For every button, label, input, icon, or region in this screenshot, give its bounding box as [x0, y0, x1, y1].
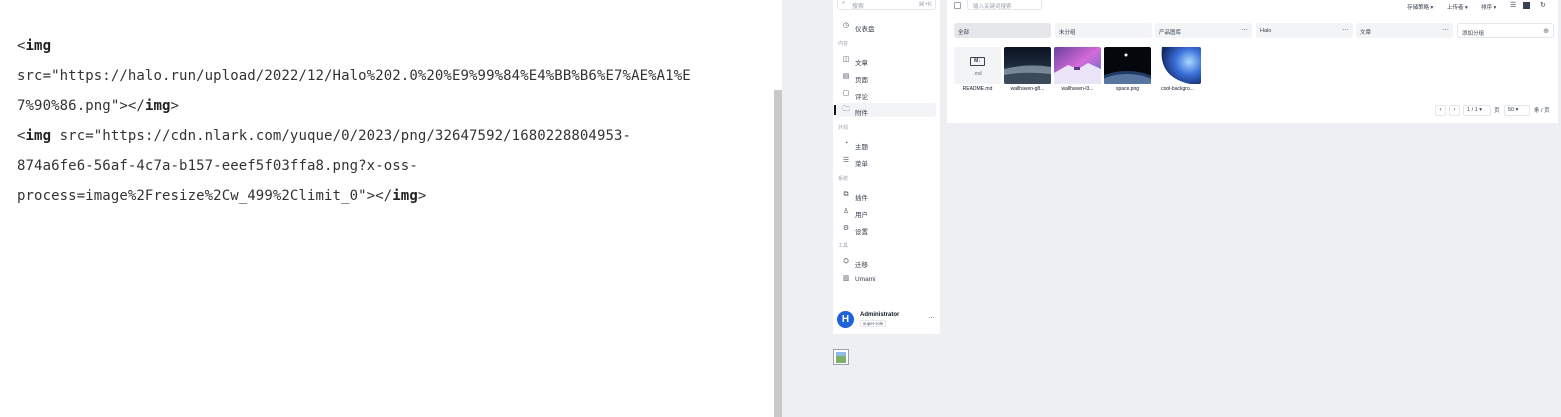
- user-icon: ♙: [842, 208, 850, 215]
- markdown-icon: M↓: [970, 57, 985, 66]
- search-placeholder: 搜索: [852, 4, 865, 10]
- attachment-name: space.png: [1115, 86, 1140, 92]
- sidebar-item-migrate[interactable]: ⛭ 迁移: [836, 255, 936, 269]
- broken-image-icon: [833, 349, 849, 365]
- attachment-card[interactable]: space.png: [1104, 47, 1151, 93]
- folder-icon: 🗀: [842, 106, 850, 113]
- nav-group-system: 系统: [838, 176, 849, 182]
- code-line: process=image%2Fresize%2Cw_499%2Climit_0…: [17, 188, 427, 204]
- image-thumbnail: [1004, 47, 1051, 84]
- code-line: 7%90%86.png"></img>: [17, 98, 180, 114]
- user-profile[interactable]: H Administrator super-role ⋯: [837, 310, 937, 330]
- sidebar-item-dashboard[interactable]: ◷ 仪表盘: [836, 19, 936, 33]
- code-line: <img src="https://cdn.nlark.com/yuque/0/…: [17, 128, 632, 144]
- page-icon: ▤: [842, 73, 850, 80]
- sidebar-item-umami[interactable]: ▥ Umami: [836, 272, 936, 286]
- prev-page-button[interactable]: ‹: [1435, 105, 1446, 116]
- palette-icon: ◔: [843, 140, 849, 147]
- page-select[interactable]: 1 / 1 ▾: [1463, 105, 1491, 116]
- attachment-name: cool-backgro...: [1161, 86, 1194, 92]
- list-view-icon[interactable]: ☰: [1510, 1, 1516, 9]
- markdown-file-thumbnail: M↓ .md: [954, 47, 1001, 84]
- group-ungrouped[interactable]: 未分组: [1055, 23, 1152, 38]
- refresh-icon[interactable]: ↻: [1540, 1, 1546, 9]
- attachment-name: README.md: [962, 86, 993, 92]
- plugin-icon: ⧉: [843, 191, 849, 198]
- page-suffix: 页: [1494, 108, 1500, 114]
- scrollbar-thumb[interactable]: [774, 90, 782, 417]
- group-halo[interactable]: Halo ⋯: [1256, 23, 1353, 38]
- attachment-name: wallhaven-l3...: [1061, 86, 1094, 92]
- attachment-name: wallhaven-g8...: [1010, 86, 1045, 92]
- role-badge: super-role: [860, 320, 887, 327]
- editor-code: <img src="https://halo.run/upload/2022/1…: [17, 31, 757, 211]
- group-all[interactable]: 全部: [954, 23, 1051, 38]
- search-shortcut: ⌘+K: [918, 2, 932, 8]
- more-icon[interactable]: ⋯: [1442, 26, 1449, 34]
- menu-icon: ☰: [842, 157, 850, 164]
- comment-icon: ▢: [842, 90, 850, 97]
- group-product-gallery[interactable]: 产品图库 ⋯: [1155, 23, 1252, 38]
- more-icon[interactable]: ⋯: [1241, 26, 1248, 34]
- sidebar-item-users[interactable]: ♙ 用户: [836, 205, 936, 219]
- add-group-button[interactable]: 添加分组 ⊕: [1457, 23, 1554, 38]
- image-thumbnail: [1154, 47, 1201, 84]
- page-size-suffix: 条 / 页: [1534, 108, 1550, 114]
- filter-uploader[interactable]: 上传者 ▾: [1447, 3, 1468, 11]
- editor-scrollbar[interactable]: [774, 0, 782, 417]
- filter-sort[interactable]: 排序 ▾: [1481, 3, 1496, 11]
- select-all-checkbox[interactable]: [954, 2, 961, 9]
- nav-group-content: 内容: [838, 41, 849, 47]
- code-line: src="https://halo.run/upload/2022/12/Hal…: [17, 68, 691, 84]
- post-icon: ◫: [842, 56, 850, 63]
- preview-pane: ⌕ 搜索 ⌘+K ◷ 仪表盘 内容 ◫ 文章 ▤ 页面 ▢ 评论 🗀 附件 外观…: [782, 0, 1561, 417]
- chart-icon: ▥: [842, 275, 850, 282]
- sidebar-item-pages[interactable]: ▤ 页面: [836, 70, 936, 84]
- next-page-button[interactable]: ›: [1449, 105, 1460, 116]
- more-icon[interactable]: ⋯: [928, 314, 935, 322]
- admin-sidebar: ⌕ 搜索 ⌘+K ◷ 仪表盘 内容 ◫ 文章 ▤ 页面 ▢ 评论 🗀 附件 外观…: [833, 0, 940, 334]
- sidebar-search[interactable]: ⌕ 搜索 ⌘+K: [837, 0, 936, 10]
- group-posts[interactable]: 文章 ⋯: [1356, 23, 1453, 38]
- user-name: Administrator: [860, 312, 900, 318]
- attachment-card[interactable]: M↓ .md README.md: [954, 47, 1001, 93]
- attachment-card[interactable]: wallhaven-g8...: [1004, 47, 1051, 93]
- more-icon[interactable]: ⋯: [1342, 26, 1349, 34]
- filter-storage-policy[interactable]: 存储策略 ▾: [1407, 3, 1433, 11]
- attachments-panel: 输入关键词搜索 存储策略 ▾ 上传者 ▾ 排序 ▾ ☰ ↻ 全部 未分组 产品图…: [947, 0, 1558, 123]
- dashboard-icon: ◷: [842, 22, 850, 29]
- sidebar-item-menus[interactable]: ☰ 菜单: [836, 154, 936, 168]
- nav-group-tools: 工具: [838, 243, 849, 249]
- keyword-search-input[interactable]: 输入关键词搜索: [967, 0, 1042, 10]
- attachment-card[interactable]: cool-backgro...: [1154, 47, 1201, 93]
- migrate-icon: ⛭: [843, 258, 849, 265]
- search-icon: ⌕: [842, 0, 846, 6]
- avatar[interactable]: H: [837, 311, 854, 328]
- markdown-editor[interactable]: <img src="https://halo.run/upload/2022/1…: [0, 0, 775, 417]
- sidebar-item-settings[interactable]: ⚙ 设置: [836, 222, 936, 236]
- image-thumbnail: [1054, 47, 1101, 84]
- settings-icon: ⚙: [842, 225, 850, 232]
- grid-view-icon[interactable]: [1523, 2, 1530, 9]
- sidebar-item-comments[interactable]: ▢ 评论: [836, 87, 936, 101]
- sidebar-item-plugins[interactable]: ⧉ 插件: [836, 188, 936, 202]
- sidebar-item-attachments[interactable]: 🗀 附件: [834, 103, 936, 117]
- code-line: <img: [17, 38, 52, 54]
- page-size-select[interactable]: 50 ▾: [1504, 105, 1530, 116]
- plus-icon: ⊕: [1543, 28, 1549, 35]
- sidebar-item-posts[interactable]: ◫ 文章: [836, 53, 936, 67]
- image-thumbnail: [1104, 47, 1151, 84]
- nav-group-appearance: 外观: [838, 125, 849, 131]
- sidebar-item-themes[interactable]: ◔ 主题: [836, 137, 936, 151]
- attachment-card[interactable]: wallhaven-l3...: [1054, 47, 1101, 93]
- code-line: 874a6fe6-56af-4c7a-b157-eeef5f03ffa8.png…: [17, 158, 418, 174]
